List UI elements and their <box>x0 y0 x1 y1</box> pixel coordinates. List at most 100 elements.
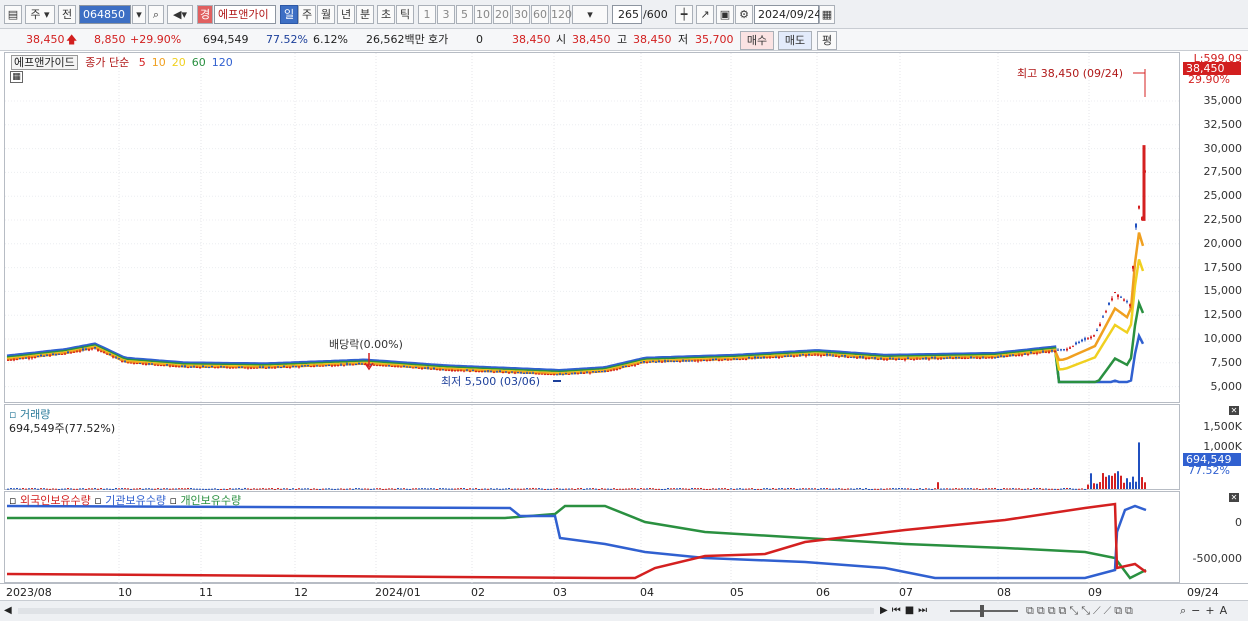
volume-bar <box>193 488 195 490</box>
candle-body <box>739 359 741 361</box>
volume-bar <box>268 488 270 490</box>
candle-body <box>1111 298 1113 301</box>
sell-button[interactable]: 매도 <box>778 31 812 50</box>
price-pane[interactable]: 최고 38,450 (09/24) 최저 5,500 (03/06) 배당락(0.0… <box>4 52 1181 404</box>
candle-body <box>433 367 435 369</box>
volume-bar <box>643 488 645 490</box>
candle-body <box>496 371 498 373</box>
market-select[interactable]: 주 ▾ <box>25 5 55 24</box>
playback-controls[interactable]: ▶⏮■⏭ <box>880 605 931 616</box>
eval-button[interactable]: 평 <box>817 31 837 50</box>
buy-button[interactable]: 매수 <box>740 31 774 50</box>
interval-number-5[interactable]: 30 <box>512 5 530 24</box>
volume-bar <box>1036 488 1038 490</box>
period-tab-6[interactable]: 틱 <box>396 5 414 24</box>
candle-icon[interactable]: ┿ <box>675 5 693 24</box>
chevron-down-icon[interactable]: ▾ <box>132 5 146 24</box>
candle-body <box>250 367 252 369</box>
scroll-left-icon[interactable]: ◀ <box>4 605 12 616</box>
volume-bar <box>127 488 129 490</box>
volume-bar <box>469 488 471 490</box>
volume-bar <box>1102 473 1104 489</box>
view-button[interactable]: 전 <box>58 5 76 24</box>
menu-icon[interactable]: ▤ <box>4 5 22 24</box>
speaker-icon[interactable]: ◀▾ <box>167 5 193 24</box>
volume-bar <box>73 488 75 490</box>
candle-body <box>418 367 420 369</box>
interval-number-4[interactable]: 20 <box>493 5 511 24</box>
save-icon[interactable]: ▣ <box>716 5 734 24</box>
volume-bar <box>640 488 642 490</box>
stock-code-input[interactable]: 064850 <box>79 5 131 24</box>
candle-body <box>913 358 915 360</box>
view-tool-icons[interactable]: ⧉⧉⧉⧉⤡⤡⟋⟋⧉⧉ <box>1026 604 1136 618</box>
gear-icon[interactable]: ⚙ <box>735 5 753 24</box>
volume-bar <box>580 487 582 489</box>
candle-body <box>67 351 69 354</box>
interval-number-7[interactable]: 120 <box>550 5 572 24</box>
interval-number-3[interactable]: 10 <box>474 5 492 24</box>
volume-bar <box>49 488 51 490</box>
volume-bar <box>904 488 906 490</box>
candle-body <box>565 373 567 375</box>
period-tab-0[interactable]: 일 <box>280 5 298 24</box>
date-input[interactable]: 2024/09/24 <box>754 5 821 24</box>
candle-body <box>544 373 546 375</box>
holder-pane[interactable]: ▫ 외국인보유수량 ▫ 기관보유수량 ▫ 개인보유수량 <box>4 491 1180 584</box>
interval-number-6[interactable]: 60 <box>531 5 549 24</box>
volume-bar <box>1060 488 1062 490</box>
grid-toggle-icon[interactable]: ▦ <box>10 71 23 83</box>
scrollbar-track[interactable] <box>18 608 874 614</box>
zoom-slider-thumb[interactable] <box>980 605 984 617</box>
legend-ma-label: 종가 단순 <box>85 56 130 69</box>
volume-bar <box>679 488 681 490</box>
volume-bar <box>313 488 315 490</box>
close-icon[interactable]: ✕ <box>1229 406 1239 415</box>
volume-bar <box>724 488 726 490</box>
volume-bar <box>919 488 921 490</box>
candle-body <box>334 365 336 367</box>
candle-body <box>1129 304 1131 307</box>
zoom-slider[interactable] <box>950 610 1018 612</box>
interval-select[interactable]: ▾ <box>572 5 608 24</box>
high-label: 고 <box>617 33 628 46</box>
legend-ma-5: 5 <box>138 56 146 69</box>
zoom-tool-icons[interactable]: ⌕−+A <box>1180 604 1232 618</box>
volume-bar <box>1111 475 1113 489</box>
volume-bar <box>1039 487 1041 489</box>
interval-number-2[interactable]: 5 <box>456 5 473 24</box>
candle-body <box>268 367 270 369</box>
candle-body <box>82 348 84 351</box>
volume-bar <box>556 488 558 490</box>
volume-bar <box>109 488 111 490</box>
period-tab-4[interactable]: 분 <box>356 5 374 24</box>
volume-pane[interactable]: ▫ 거래량 694,549주(77.52%) <box>4 404 1180 491</box>
period-tab-3[interactable]: 년 <box>337 5 355 24</box>
interval-number-1[interactable]: 3 <box>437 5 455 24</box>
period-tab-1[interactable]: 주 <box>298 5 316 24</box>
candle-body <box>13 359 15 361</box>
volume-bar <box>418 488 420 490</box>
candle-body <box>1057 349 1059 351</box>
line-tool-icon[interactable]: ↗ <box>696 5 714 24</box>
candle-body <box>691 360 693 362</box>
calendar-icon[interactable]: ▦ <box>819 5 835 24</box>
candle-body <box>145 363 147 366</box>
count-input[interactable]: 265 <box>612 5 642 24</box>
candle-body <box>7 359 9 361</box>
volume-bar <box>712 488 714 490</box>
volume-bar <box>715 488 717 490</box>
volume-bar <box>163 488 165 490</box>
candle-body <box>340 364 342 366</box>
period-tab-2[interactable]: 월 <box>317 5 335 24</box>
price-tick: 27,500 <box>1203 165 1243 179</box>
period-tab-5[interactable]: 초 <box>377 5 395 24</box>
open-label: 시 <box>556 33 567 46</box>
candle-body <box>799 354 801 356</box>
volume-bar <box>1027 488 1029 490</box>
close-icon[interactable]: ✕ <box>1229 493 1239 502</box>
search-icon[interactable]: ⌕ <box>148 5 164 24</box>
volume-bar <box>70 488 72 490</box>
volume-bar <box>244 487 246 489</box>
interval-number-0[interactable]: 1 <box>418 5 436 24</box>
